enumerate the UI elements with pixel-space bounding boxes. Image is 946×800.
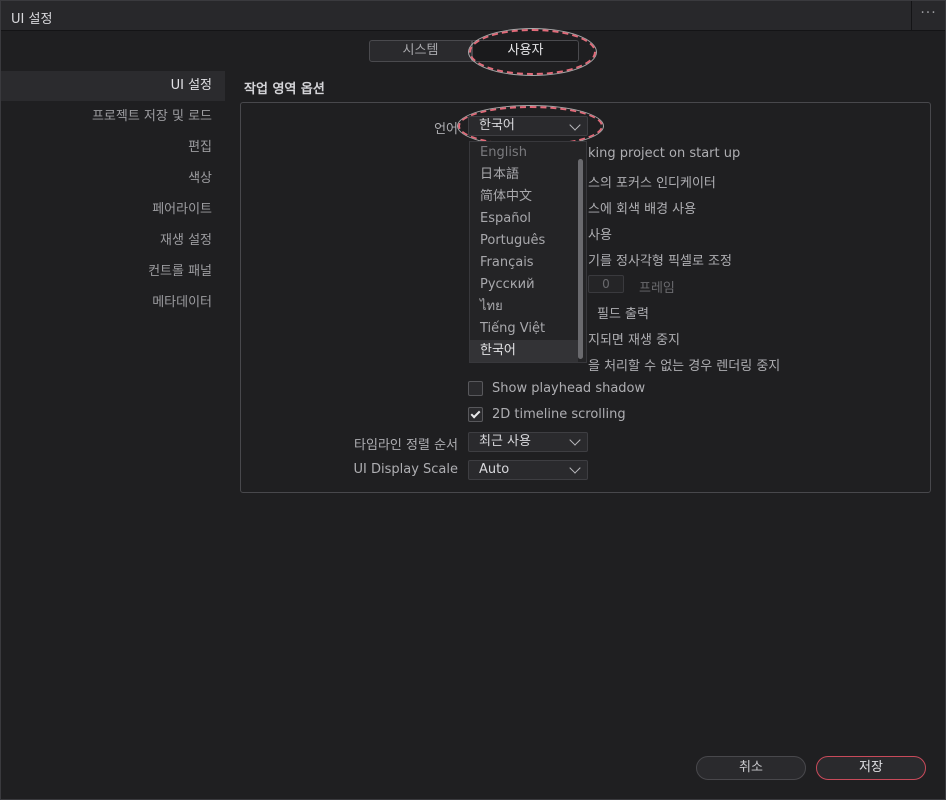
menu-item-chinese[interactable]: 简体中文 [470, 186, 578, 208]
show-playhead-shadow-checkbox[interactable] [468, 381, 483, 396]
timeline-scrolling-checkbox[interactable] [468, 407, 483, 422]
annotation-circle-language [458, 106, 603, 146]
ui-scale-label: UI Display Scale [353, 462, 458, 477]
menu-item-english[interactable]: English [470, 142, 578, 164]
chevron-down-icon [569, 462, 581, 474]
frames-unit-label: 프레임 [639, 281, 675, 296]
language-menu-scrollbar[interactable] [578, 159, 583, 359]
ui-scale-dropdown[interactable]: Auto [468, 460, 588, 480]
option-text-use: 사용 [588, 228, 612, 243]
language-label: 언어 [434, 122, 458, 137]
timeline-sort-dropdown[interactable]: 최근 사용 [468, 432, 588, 452]
timeline-scrolling-label: 2D timeline scrolling [492, 407, 626, 422]
sidebar-item-project-save-load[interactable]: 프로젝트 저장 및 로드 [92, 102, 212, 132]
checkmark-icon [470, 408, 481, 419]
timeline-sort-value: 최근 사용 [479, 434, 531, 449]
sidebar-item-metadata[interactable]: 메타데이터 [152, 288, 212, 318]
menu-item-spanish[interactable]: Español [470, 208, 578, 230]
menu-item-japanese[interactable]: 日本語 [470, 164, 578, 186]
more-options-icon[interactable]: ··· [911, 1, 945, 31]
annotation-circle-user-tab [469, 29, 596, 75]
tab-system[interactable]: 시스템 [369, 40, 472, 62]
sidebar-item-control-panels[interactable]: 컨트롤 패널 [148, 257, 212, 287]
language-menu: English 日本語 简体中文 Español Português Franç… [469, 141, 587, 363]
option-text-field-output: 필드 출력 [597, 307, 649, 322]
section-title: 작업 영역 옵션 [244, 82, 325, 97]
window-title: UI 설정 [11, 12, 53, 27]
option-text-stop-playback: 지되면 재생 중지 [588, 333, 680, 348]
sidebar-item-fairlight[interactable]: 페어라이트 [152, 195, 212, 225]
menu-item-portuguese[interactable]: Português [470, 230, 578, 252]
ui-scale-value: Auto [479, 462, 510, 477]
option-text-focus-indicator: 스의 포커스 인디케이터 [588, 176, 716, 191]
option-text-reload-project: king project on start up [588, 146, 741, 161]
show-playhead-shadow-label: Show playhead shadow [492, 381, 646, 396]
sidebar-item-edit[interactable]: 편집 [188, 133, 212, 163]
option-text-gray-background: 스에 회색 배경 사용 [588, 202, 697, 217]
timeline-sort-label: 타임라인 정렬 순서 [354, 438, 458, 453]
menu-item-vietnamese[interactable]: Tiếng Việt [470, 318, 578, 340]
cancel-button[interactable]: 취소 [696, 756, 806, 780]
menu-item-korean[interactable]: 한국어 [470, 340, 578, 362]
menu-item-thai[interactable]: ไทย [470, 296, 578, 318]
chevron-down-icon [569, 434, 581, 446]
menu-item-french[interactable]: Français [470, 252, 578, 274]
sidebar-item-color[interactable]: 색상 [188, 164, 212, 194]
option-text-square-pixels: 기를 정사각형 픽셀로 조정 [588, 254, 732, 269]
save-button[interactable]: 저장 [816, 756, 926, 780]
sidebar-item-ui-settings[interactable]: UI 설정 [171, 71, 212, 101]
menu-item-russian[interactable]: Русский [470, 274, 578, 296]
option-text-stop-rendering: 을 처리할 수 없는 경우 렌더링 중지 [588, 359, 781, 374]
ui-settings-window: UI 설정 ··· 시스템 사용자 UI 설정 프로젝트 저장 및 로드 편집 … [0, 0, 946, 800]
sidebar-item-playback[interactable]: 재생 설정 [160, 226, 212, 256]
frames-input[interactable]: 0 [588, 275, 624, 293]
title-bar: UI 설정 ··· [1, 1, 945, 31]
